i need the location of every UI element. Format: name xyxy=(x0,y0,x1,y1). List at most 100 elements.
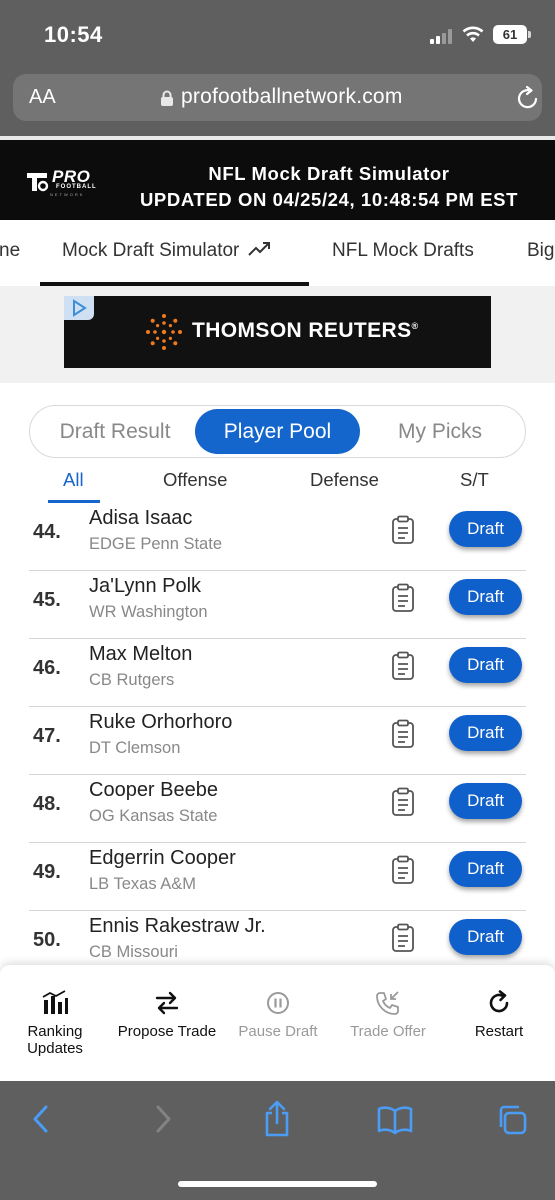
player-name[interactable]: Ja'Lynn Polk xyxy=(89,575,201,598)
nav-tab-home[interactable]: ne xyxy=(0,240,20,262)
list-item: 48. Cooper Beebe OG Kansas State Draft xyxy=(0,775,555,843)
player-name[interactable]: Adisa Isaac xyxy=(89,507,192,530)
player-rank: 49. xyxy=(33,861,61,883)
player-position-school: LB Texas A&M xyxy=(89,875,197,893)
forward-icon xyxy=(156,1105,171,1133)
ad-banner[interactable]: THOMSON REUTERS® xyxy=(64,296,491,368)
battery-indicator: 61 xyxy=(493,25,531,44)
list-item: 44. Adisa Isaac EDGE Penn State Draft xyxy=(0,503,555,571)
propose-trade-label: Propose Trade xyxy=(117,1023,217,1040)
bookmarks-icon[interactable] xyxy=(377,1105,413,1135)
player-rank: 44. xyxy=(33,521,61,543)
draft-button[interactable]: Draft xyxy=(449,851,522,887)
scouting-report-icon[interactable] xyxy=(390,583,416,613)
pause-icon xyxy=(267,992,289,1014)
list-item: 45. Ja'Lynn Polk WR Washington Draft xyxy=(0,571,555,639)
player-name[interactable]: Ruke Orhorhoro xyxy=(89,711,232,734)
page-title: NFL Mock Draft Simulator UPDATED ON 04/2… xyxy=(116,161,542,213)
nav-tab-big-board[interactable]: Big xyxy=(527,240,554,262)
player-name[interactable]: Cooper Beebe xyxy=(89,779,218,802)
draft-button[interactable]: Draft xyxy=(449,511,522,547)
pause-draft-button[interactable]: Pause Draft xyxy=(230,989,326,1040)
trade-offer-button[interactable]: Trade Offer xyxy=(340,989,436,1040)
ad-brand-text: THOMSON REUTERS® xyxy=(192,319,419,342)
filter-tab-special-teams[interactable]: S/T xyxy=(460,469,489,491)
browser-bottom-toolbar xyxy=(0,1081,555,1200)
address-bar[interactable]: AA profootballnetwork.com xyxy=(13,74,542,121)
scouting-report-icon[interactable] xyxy=(390,651,416,681)
adchoices-icon[interactable] xyxy=(64,296,94,320)
player-position-school: CB Missouri xyxy=(89,943,178,961)
scouting-report-icon[interactable] xyxy=(390,515,416,545)
thomson-reuters-logo-icon xyxy=(146,314,182,350)
tabs-icon[interactable] xyxy=(495,1103,529,1137)
player-position-school: OG Kansas State xyxy=(89,807,218,825)
draft-button[interactable]: Draft xyxy=(449,647,522,683)
web-page: PRO FOOTBALL NETWORK NFL Mock Draft Simu… xyxy=(0,136,555,1081)
page-title-text: NFL Mock Draft Simulator xyxy=(208,163,450,184)
text-size-button[interactable]: AA xyxy=(29,86,56,109)
site-nav-tabs: ne Mock Draft Simulator NFL Mock Drafts … xyxy=(0,220,555,286)
trade-offer-label: Trade Offer xyxy=(350,1023,426,1040)
scouting-report-icon[interactable] xyxy=(390,855,416,885)
scouting-report-icon[interactable] xyxy=(390,787,416,817)
ranking-updates-button[interactable]: Ranking Updates xyxy=(18,989,92,1057)
player-position-school: CB Rutgers xyxy=(89,671,175,689)
site-header: PRO FOOTBALL NETWORK NFL Mock Draft Simu… xyxy=(0,136,555,220)
list-item: 49. Edgerrin Cooper LB Texas A&M Draft xyxy=(0,843,555,911)
player-rank: 47. xyxy=(33,725,61,747)
swap-arrows-icon xyxy=(155,991,179,1015)
status-bar: 10:54 61 xyxy=(0,0,555,64)
lock-icon xyxy=(161,90,173,106)
updated-timestamp: UPDATED ON 04/25/24, 10:48:54 PM EST xyxy=(139,189,519,210)
player-position-school: EDGE Penn State xyxy=(89,535,222,553)
scouting-report-icon[interactable] xyxy=(390,719,416,749)
cellular-signal-icon xyxy=(430,28,456,44)
restart-label: Restart xyxy=(474,1023,524,1040)
pause-draft-label: Pause Draft xyxy=(238,1023,318,1040)
draft-action-bar: Ranking Updates Propose Trade Pause Draf… xyxy=(0,965,555,1081)
draft-button[interactable]: Draft xyxy=(449,715,522,751)
phone-incoming-icon xyxy=(376,991,399,1015)
list-item: 46. Max Melton CB Rutgers Draft xyxy=(0,639,555,707)
chart-icon xyxy=(42,990,68,1014)
player-name[interactable]: Max Melton xyxy=(89,643,192,666)
url-domain[interactable]: profootballnetwork.com xyxy=(181,85,403,109)
draft-panel-header: Draft Result Player Pool My Picks All Of… xyxy=(0,383,555,513)
player-rank: 46. xyxy=(33,657,61,679)
status-time: 10:54 xyxy=(44,22,103,47)
logo-subtext-network: NETWORK xyxy=(50,192,85,197)
ad-container: THOMSON REUTERS® xyxy=(0,286,555,383)
player-rank: 50. xyxy=(33,929,61,951)
logo-subtext: FOOTBALL xyxy=(56,184,97,190)
player-position-school: WR Washington xyxy=(89,603,208,621)
site-logo[interactable]: PRO FOOTBALL NETWORK xyxy=(24,167,100,201)
view-segmented-control: Draft Result Player Pool My Picks xyxy=(29,405,526,458)
wifi-icon xyxy=(462,26,484,42)
filter-tab-offense[interactable]: Offense xyxy=(163,469,227,491)
propose-trade-button[interactable]: Propose Trade xyxy=(112,989,222,1040)
player-name[interactable]: Edgerrin Cooper xyxy=(89,847,236,870)
share-icon[interactable] xyxy=(262,1099,292,1139)
nav-tab-mock-draft-simulator[interactable]: Mock Draft Simulator xyxy=(62,240,272,262)
draft-button[interactable]: Draft xyxy=(449,919,522,955)
draft-button[interactable]: Draft xyxy=(449,783,522,819)
filter-tab-defense[interactable]: Defense xyxy=(310,469,379,491)
browser-toolbar: AA profootballnetwork.com xyxy=(0,64,555,136)
ranking-updates-label-2: Updates xyxy=(27,1040,83,1057)
nav-tab-nfl-mock-drafts[interactable]: NFL Mock Drafts xyxy=(332,240,474,262)
filter-tab-all[interactable]: All xyxy=(63,469,84,491)
reload-icon[interactable] xyxy=(516,85,540,111)
scouting-report-icon[interactable] xyxy=(390,923,416,953)
back-icon[interactable] xyxy=(30,1103,52,1135)
player-name[interactable]: Ennis Rakestraw Jr. xyxy=(89,915,266,938)
restart-button[interactable]: Restart xyxy=(462,989,536,1040)
text-size-label: AA xyxy=(29,86,56,108)
segment-player-pool[interactable]: Player Pool xyxy=(195,409,360,454)
home-indicator xyxy=(178,1181,377,1187)
segment-my-picks[interactable]: My Picks xyxy=(360,406,520,457)
segment-draft-result[interactable]: Draft Result xyxy=(30,406,200,457)
nav-tab-label: Mock Draft Simulator xyxy=(62,240,240,261)
player-rank: 48. xyxy=(33,793,61,815)
draft-button[interactable]: Draft xyxy=(449,579,522,615)
